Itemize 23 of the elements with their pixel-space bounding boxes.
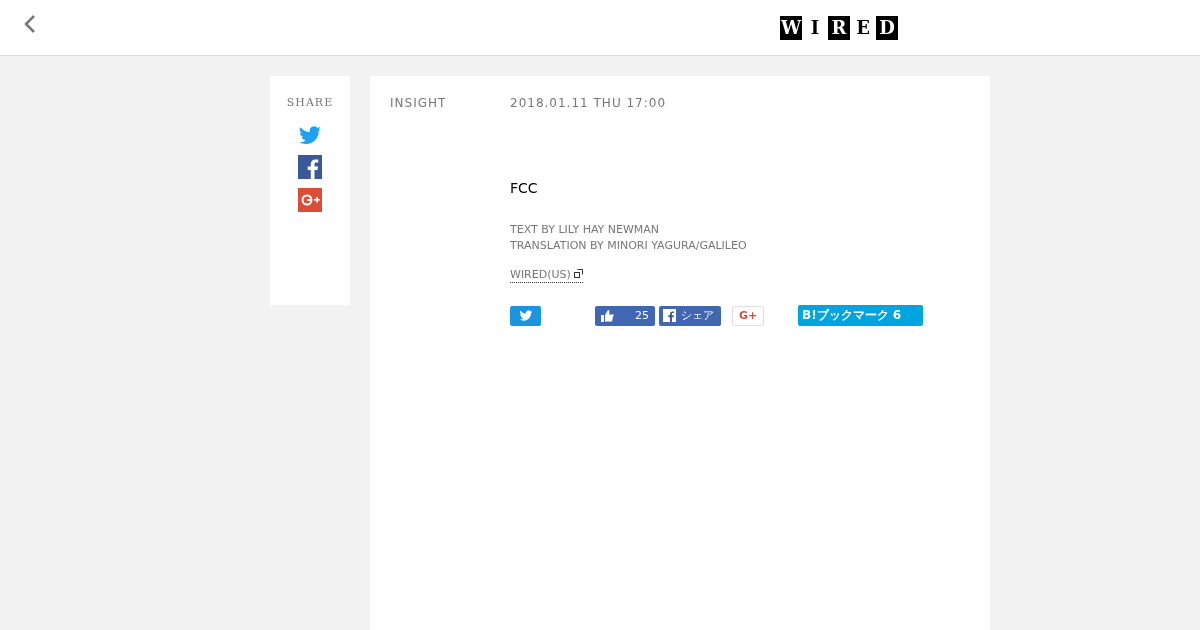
google-plus-icon[interactable] — [298, 188, 322, 212]
source-link[interactable]: WIRED(US) — [510, 268, 584, 283]
thumbs-up-icon — [601, 309, 614, 322]
article-date: 2018.01.11 THU 17:00 — [510, 96, 667, 110]
facebook-share-button[interactable]: シェア — [659, 305, 721, 326]
category-label[interactable]: INSIGHT — [390, 96, 510, 110]
logo-letter[interactable]: W — [780, 15, 802, 40]
logo-letter[interactable]: R — [828, 15, 850, 40]
back-icon[interactable] — [24, 13, 36, 34]
credit-line: TEXT BY LILY HAY NEWMAN — [510, 222, 661, 238]
external-link-icon — [574, 269, 584, 278]
bookmark-button[interactable]: B!ブックマーク 6 — [798, 305, 923, 326]
logo-letter[interactable]: D — [876, 15, 898, 40]
like-button[interactable]: 25 — [595, 305, 655, 326]
facebook-icon — [663, 309, 676, 322]
facebook-icon[interactable] — [298, 155, 322, 179]
credit-line: TRANSLATION BY MINORI YAGURA/GALILEO — [510, 238, 748, 254]
twitter-icon[interactable] — [298, 126, 322, 146]
bird-icon — [518, 309, 533, 322]
tweet-button[interactable] — [510, 305, 541, 326]
article-title: FCC — [510, 180, 539, 196]
share-title: SHARE — [286, 96, 334, 109]
google-plus-button[interactable]: G+ — [732, 305, 764, 326]
